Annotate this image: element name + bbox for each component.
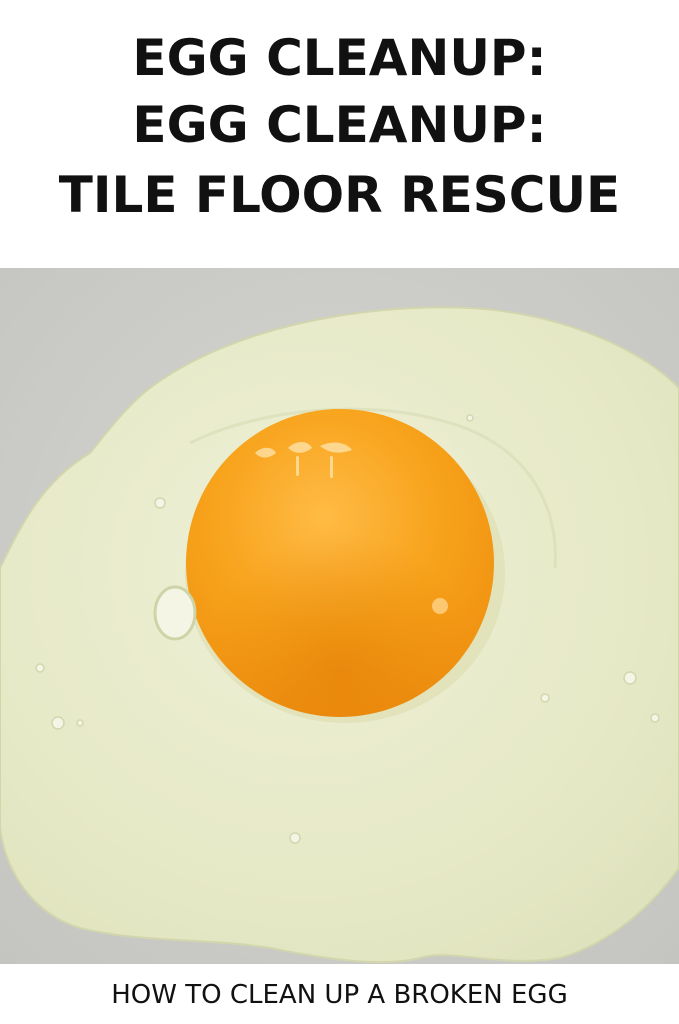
air-bubble-large [153,585,197,641]
footer: HOW TO CLEAN UP A BROKEN EGG [0,964,679,1024]
title-line-2: EGG CLEANUP: [132,96,547,154]
title-line-1: EGG CLEANUP: [132,29,547,87]
broken-egg-illustration [0,268,679,964]
egg-photo [0,268,679,964]
header: EGG CLEANUP: EGG CLEANUP: TILE FLOOR RES… [0,0,679,268]
egg-yolk-shade [186,409,494,717]
footer-caption: HOW TO CLEAN UP A BROKEN EGG [111,980,568,1010]
title-line-3: TILE FLOOR RESCUE [58,166,621,224]
